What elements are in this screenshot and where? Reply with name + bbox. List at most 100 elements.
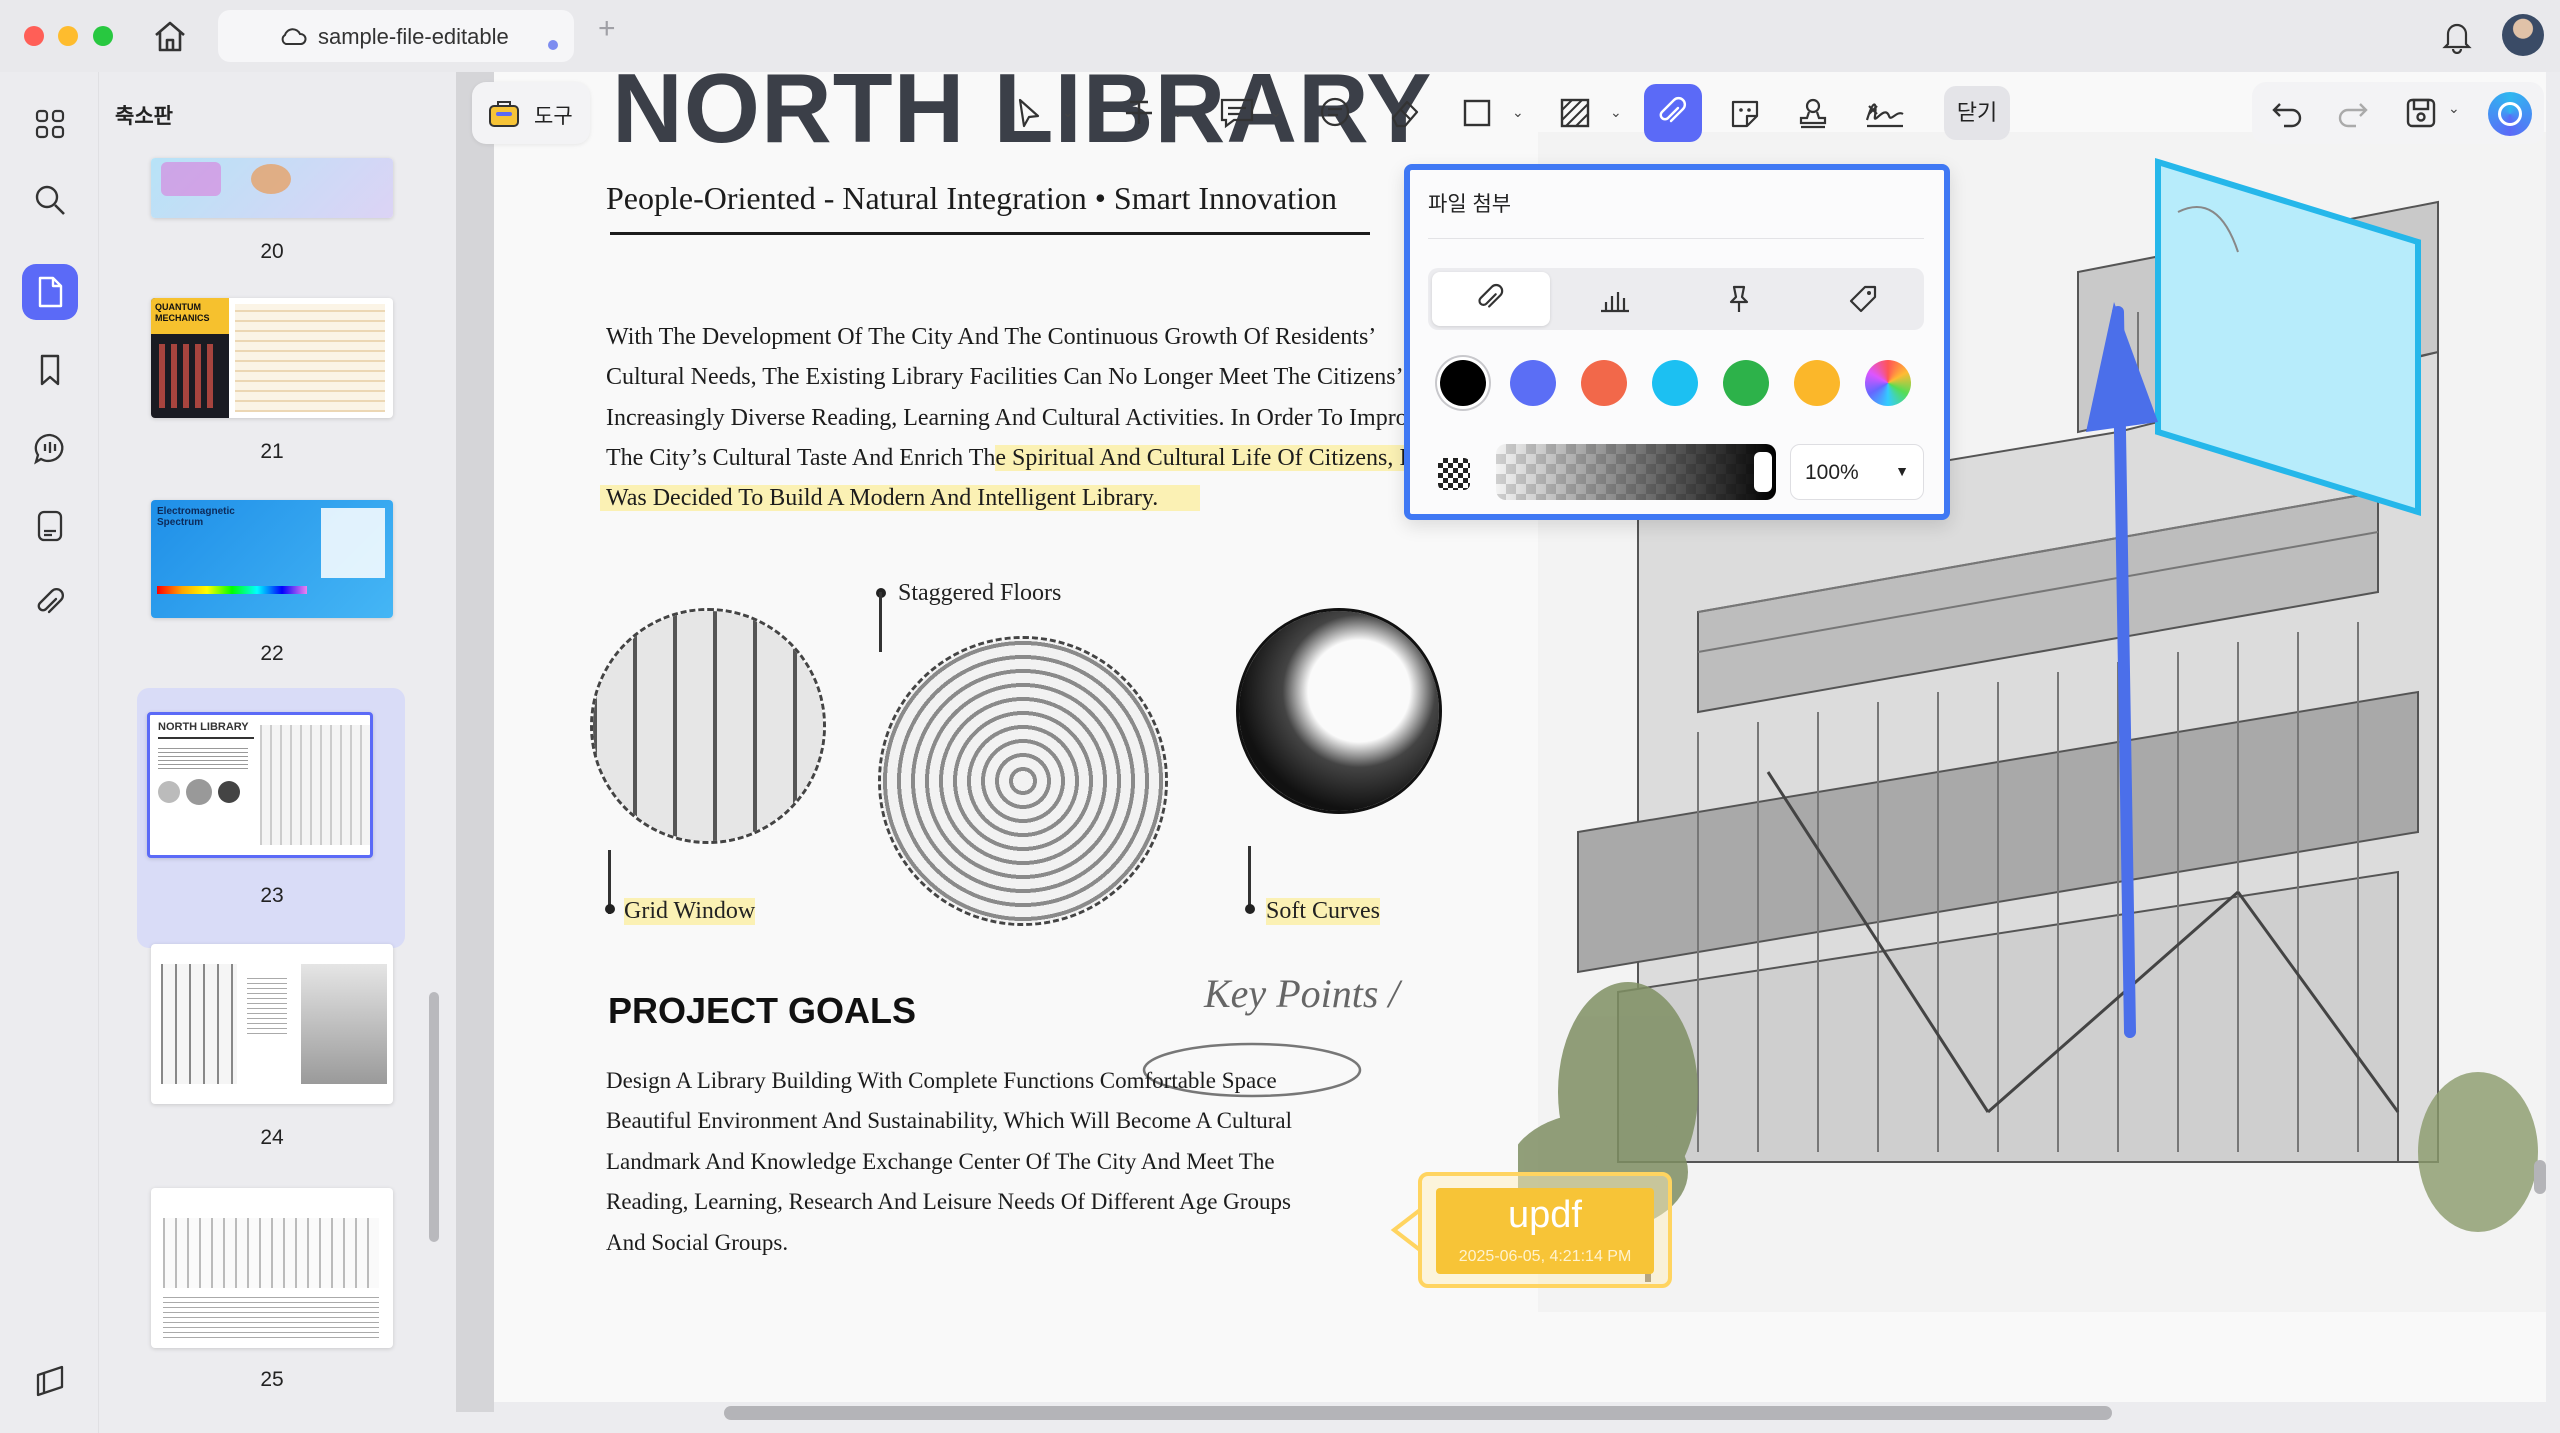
thumbnail-page-25[interactable] bbox=[151, 1188, 393, 1348]
grid-window-image bbox=[590, 608, 826, 844]
page-edge bbox=[456, 72, 494, 1412]
grid-icon[interactable] bbox=[22, 96, 78, 152]
document-subtitle: People-Oriented - Natural Integration • … bbox=[606, 180, 1337, 216]
undo-icon[interactable] bbox=[2268, 94, 2306, 137]
search-icon[interactable] bbox=[22, 172, 78, 228]
text-box-icon[interactable] bbox=[1306, 84, 1364, 142]
home-icon[interactable] bbox=[150, 18, 190, 54]
chevron-down-icon[interactable]: ⌄ bbox=[2448, 100, 2460, 117]
save-icon[interactable] bbox=[2402, 94, 2440, 137]
thumbnail-page-23[interactable]: NORTH LIBRARY bbox=[147, 712, 373, 858]
chevron-down-icon[interactable]: ⌄ bbox=[1512, 104, 1524, 121]
chevron-down-icon[interactable]: ⌄ bbox=[1610, 104, 1622, 121]
thumbnail-text: NORTH LIBRARY bbox=[158, 721, 249, 733]
stamp-timestamp: 2025-06-05, 4:21:14 PM bbox=[1458, 1248, 1632, 1265]
strikethrough-icon[interactable] bbox=[1110, 84, 1168, 142]
attachment-icon[interactable] bbox=[22, 576, 78, 632]
document-tab[interactable]: sample-file-editable bbox=[218, 10, 574, 62]
form-icon[interactable] bbox=[22, 498, 78, 554]
hatch-icon[interactable] bbox=[1546, 84, 1604, 142]
ai-assistant-icon[interactable] bbox=[2488, 92, 2532, 136]
project-goals-title: PROJECT GOALS bbox=[608, 990, 917, 1031]
thumbnail-scrollbar[interactable] bbox=[429, 992, 439, 1242]
tag-icon[interactable] bbox=[1804, 272, 1922, 326]
graph-icon[interactable] bbox=[1556, 272, 1674, 326]
horizontal-scrollbar[interactable] bbox=[724, 1406, 2112, 1420]
thumbnail-page-20[interactable] bbox=[151, 158, 393, 218]
chevron-down-icon[interactable]: ⌄ bbox=[1062, 104, 1074, 121]
thumbnail-number: 24 bbox=[260, 1126, 284, 1149]
pages-icon[interactable] bbox=[22, 264, 78, 320]
close-annotation-button[interactable]: 닫기 bbox=[1944, 86, 2010, 140]
thumbnail-text: Electromagnetic Spectrum bbox=[157, 506, 235, 528]
paragraph-line: The City’s Cultural Taste And Enrich The… bbox=[606, 445, 1408, 472]
stamp-title: updf bbox=[1508, 1194, 1582, 1236]
left-rail bbox=[0, 72, 98, 1433]
signature-icon[interactable] bbox=[1856, 84, 1914, 142]
zoom-window-button[interactable] bbox=[93, 26, 113, 46]
updf-stamp-annotation[interactable]: updf 2025-06-05, 4:21:14 PM bbox=[1418, 1172, 1672, 1288]
select-icon[interactable] bbox=[1000, 84, 1058, 142]
new-tab-button[interactable]: + bbox=[598, 12, 616, 46]
unsaved-indicator bbox=[548, 40, 558, 50]
minimize-window-button[interactable] bbox=[58, 26, 78, 46]
comment-icon[interactable] bbox=[22, 420, 78, 476]
cloud-icon bbox=[281, 28, 307, 45]
callout-soft-curves: Soft Curves bbox=[1266, 898, 1380, 925]
highlighted-text[interactable]: Was Decided To Build A Modern And Intell… bbox=[600, 485, 1201, 511]
thumbnail-page-21[interactable]: QUANTUM MECHANICS bbox=[151, 298, 393, 418]
soft-curves-image bbox=[1236, 608, 1442, 814]
divider bbox=[1428, 238, 1924, 239]
goal-line: Beautiful Environment And Sustainability… bbox=[606, 1108, 1293, 1133]
stamp-body: updf 2025-06-05, 4:21:14 PM bbox=[1436, 1188, 1654, 1274]
attachment-properties-popover: 파일 첨부 100% ▼ bbox=[1404, 164, 1950, 520]
redo-icon[interactable] bbox=[2334, 94, 2372, 137]
sticker-icon[interactable] bbox=[1716, 84, 1774, 142]
color-swatch-cyan[interactable] bbox=[1652, 360, 1698, 406]
bookmark-icon[interactable] bbox=[22, 342, 78, 398]
thumbnail-number: 21 bbox=[260, 440, 284, 463]
attachment-icon[interactable] bbox=[1644, 84, 1702, 142]
pushpin-icon[interactable] bbox=[1680, 272, 1798, 326]
paragraph-line: Cultural Needs, The Existing Library Fac… bbox=[606, 364, 1404, 390]
right-toolbar: ⌄ bbox=[2252, 82, 2544, 144]
stamp-icon[interactable] bbox=[1784, 84, 1842, 142]
bell-icon[interactable] bbox=[2440, 18, 2474, 59]
color-swatch-blue[interactable] bbox=[1510, 360, 1556, 406]
goal-line: Reading, Learning, Research And Leisure … bbox=[606, 1189, 1291, 1214]
avatar[interactable] bbox=[2502, 14, 2544, 56]
opacity-slider-knob[interactable] bbox=[1754, 452, 1772, 492]
tools-label: 도구 bbox=[534, 105, 573, 128]
thumbnail-number: 20 bbox=[260, 240, 284, 263]
thumbnail-page-24[interactable] bbox=[151, 944, 393, 1104]
opacity-icon bbox=[1438, 458, 1470, 490]
opacity-select[interactable]: 100% ▼ bbox=[1790, 444, 1924, 500]
comment-icon[interactable] bbox=[1208, 84, 1266, 142]
toolbox-icon bbox=[489, 101, 519, 127]
thumbnail-panel: 축소판 20 QUANTUM MECHANICS 21 Electromagne… bbox=[98, 72, 446, 1433]
close-window-button[interactable] bbox=[24, 26, 44, 46]
eraser-icon[interactable] bbox=[1376, 84, 1434, 142]
callout-staggered-floors: Staggered Floors bbox=[898, 580, 1062, 606]
color-swatch-green[interactable] bbox=[1723, 360, 1769, 406]
chevron-down-icon[interactable]: ⌄ bbox=[1270, 104, 1282, 121]
highlighted-text[interactable]: e Spiritual And Cultural Life Of Citizen… bbox=[995, 445, 1408, 471]
thumbnail-page-22[interactable]: Electromagnetic Spectrum bbox=[151, 500, 393, 618]
callout-grid-window: Grid Window bbox=[624, 898, 756, 925]
color-swatch-orange[interactable] bbox=[1581, 360, 1627, 406]
color-picker-rainbow[interactable] bbox=[1865, 360, 1911, 406]
vertical-scrollbar[interactable] bbox=[2534, 1160, 2546, 1194]
subtitle-rule bbox=[610, 232, 1370, 235]
color-swatch-black[interactable] bbox=[1440, 360, 1486, 406]
rectangle-icon[interactable] bbox=[1448, 84, 1506, 142]
stamp-pointer bbox=[1390, 1208, 1422, 1252]
staggered-floors-image bbox=[878, 636, 1168, 926]
chevron-down-icon[interactable]: ⌄ bbox=[1172, 104, 1184, 121]
tab-title: sample-file-editable bbox=[318, 24, 509, 49]
tools-button[interactable]: 도구 bbox=[472, 82, 590, 144]
callout-dot bbox=[1245, 904, 1255, 914]
paperclip-icon[interactable] bbox=[1432, 272, 1550, 326]
color-swatch-yellow[interactable] bbox=[1794, 360, 1840, 406]
layers-icon[interactable] bbox=[22, 1354, 78, 1410]
opacity-slider[interactable] bbox=[1496, 444, 1776, 500]
